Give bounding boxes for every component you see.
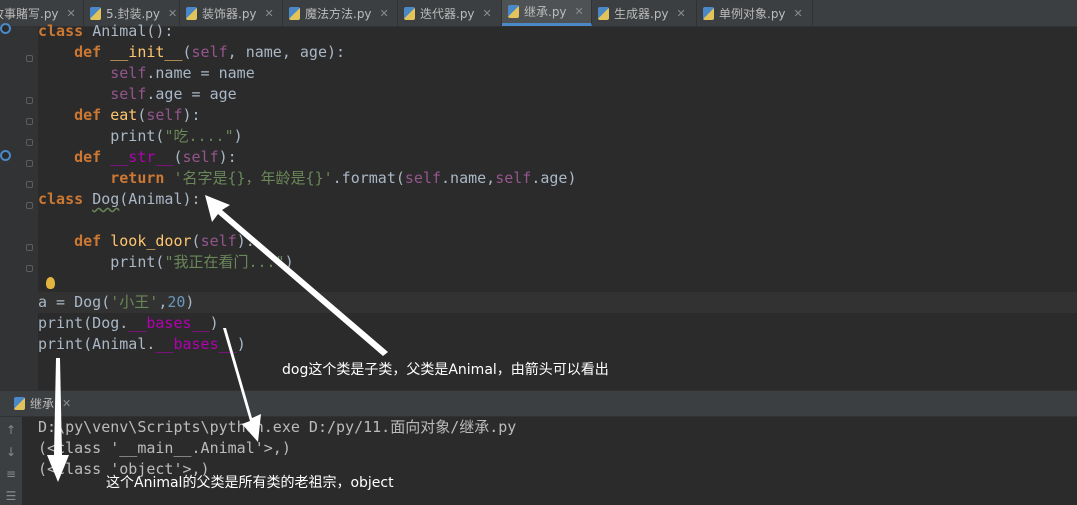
code-line: def __init__(self, name, age):	[74, 43, 346, 61]
python-file-icon	[598, 6, 609, 20]
code-line: print("我正在看门...")	[110, 253, 294, 271]
code-line: def look_door(self):	[74, 232, 255, 250]
annotation-subclass: dog这个类是子类，父类是Animal，由箭头可以看出	[282, 362, 609, 378]
code-line: class Animal():	[38, 22, 174, 40]
close-icon[interactable]: ✕	[380, 7, 389, 20]
close-icon[interactable]: ✕	[483, 7, 492, 20]
override-marker-icon[interactable]	[0, 150, 11, 161]
tab-label: 迭代器.py	[420, 6, 475, 21]
python-file-icon	[90, 6, 101, 20]
output-line: (<class '__main__.Animal'>,)	[38, 439, 291, 457]
code-line: class Dog(Animal):	[38, 190, 201, 208]
fold-icon[interactable]	[26, 97, 33, 104]
code-line: a = Dog('小王',20)	[38, 293, 195, 311]
code-line: def __str__(self):	[74, 148, 237, 166]
rerun-icon[interactable]: ↑	[4, 423, 18, 437]
code-line: print("吃....")	[110, 127, 243, 145]
python-file-icon	[508, 5, 519, 18]
close-icon[interactable]: ✕	[62, 397, 71, 410]
fold-icon[interactable]	[26, 160, 33, 167]
fold-icon[interactable]	[26, 181, 33, 188]
fold-icon[interactable]	[26, 244, 33, 251]
tab-label: 5.封装.py	[106, 6, 160, 21]
tab-label: 魔法方法.py	[305, 6, 372, 21]
python-file-icon	[14, 397, 25, 410]
tab-danli[interactable]: 单例对象.py ✕	[697, 0, 813, 26]
close-icon[interactable]: ✕	[265, 7, 274, 20]
code-line: self.age = age	[110, 85, 237, 103]
print-icon[interactable]: ☰	[4, 489, 18, 503]
fold-icon[interactable]	[26, 55, 33, 62]
fold-icon[interactable]	[26, 118, 33, 125]
tab-label: 继承.py	[524, 5, 567, 19]
tab-label: 故事賭写.py	[0, 6, 59, 21]
close-icon[interactable]: ✕	[677, 7, 686, 20]
fold-icon[interactable]	[26, 139, 33, 146]
code-line: print(Animal.__bases__)	[38, 335, 246, 353]
code-line: print(Dog.__bases__)	[38, 314, 219, 332]
output-line: D:\py\venv\Scripts\python.exe D:/py/11.面…	[38, 418, 517, 436]
python-file-icon	[289, 6, 300, 20]
close-icon[interactable]: ✕	[168, 7, 177, 20]
tab-mofa[interactable]: 魔法方法.py ✕	[283, 0, 398, 26]
fold-icon[interactable]	[26, 202, 33, 209]
tab-label: 单例对象.py	[719, 6, 786, 21]
close-icon[interactable]: ✕	[794, 7, 803, 20]
code-line: return '名字是{}，年龄是{}'.format(self.name,se…	[110, 169, 577, 187]
soft-wrap-icon[interactable]: ≡	[4, 467, 18, 481]
override-marker-icon[interactable]	[0, 23, 11, 34]
run-panel-header: 继承 ✕	[0, 391, 1077, 417]
tab-label: 生成器.py	[614, 6, 669, 21]
python-file-icon	[186, 6, 197, 20]
tab-label: 装饰器.py	[202, 6, 257, 21]
annotation-object: 这个Animal的父类是所有类的老祖宗，object	[106, 475, 394, 491]
code-line: self.name = name	[110, 64, 255, 82]
close-icon[interactable]: ✕	[575, 5, 584, 18]
close-icon[interactable]: ✕	[67, 7, 76, 20]
tab-diedaiqi[interactable]: 迭代器.py ✕	[398, 0, 502, 26]
code-line: def eat(self):	[74, 106, 201, 124]
tab-jicheng[interactable]: 继承.py ✕	[502, 0, 592, 26]
run-tab-label: 继承	[30, 397, 55, 411]
fold-icon[interactable]	[26, 265, 33, 272]
python-file-icon	[404, 6, 415, 20]
tab-zhuangshiqi[interactable]: 装饰器.py ✕	[180, 0, 283, 26]
code-editor[interactable]: class Animal(): def __init__(self, name,…	[0, 22, 1077, 390]
editor-gutter	[0, 23, 38, 390]
lightbulb-icon[interactable]	[46, 277, 55, 289]
tab-shengchengqi[interactable]: 生成器.py ✕	[592, 0, 697, 26]
run-tab[interactable]: 继承 ✕	[14, 391, 71, 416]
stop-icon[interactable]: ↓	[4, 445, 18, 459]
run-panel: 继承 ✕ ↑ ↓ ≡ ☰ D:\py\venv\Scripts\python.e…	[0, 390, 1077, 505]
run-toolbar: ↑ ↓ ≡ ☰	[0, 417, 22, 505]
python-file-icon	[703, 6, 714, 20]
